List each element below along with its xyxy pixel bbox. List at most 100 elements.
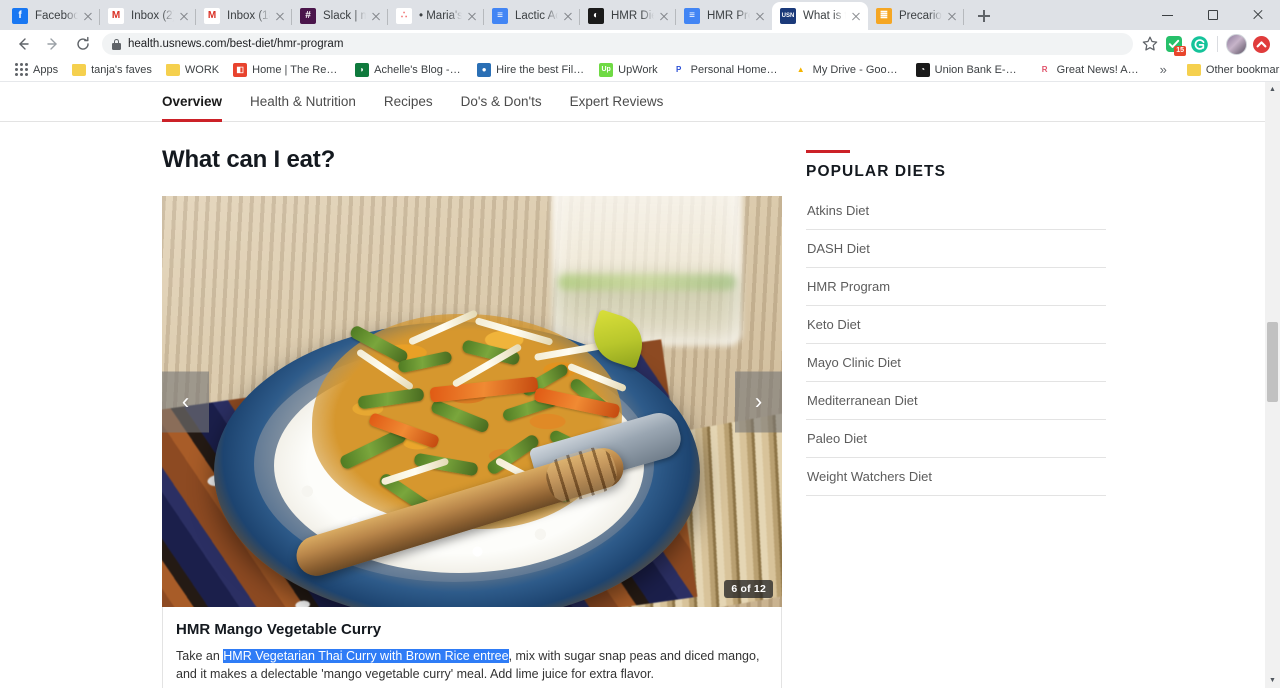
sidebar-item-mayo-clinic-diet[interactable]: Mayo Clinic Diet bbox=[806, 344, 1106, 382]
tab-title: • Maria's Tas bbox=[419, 10, 462, 22]
profile-avatar[interactable] bbox=[1225, 33, 1247, 55]
scroll-down-arrow[interactable]: ▼ bbox=[1265, 673, 1280, 688]
bookmark-item[interactable]: ◔ Union Bank E-Banki... bbox=[909, 60, 1031, 80]
bookmark-item[interactable]: ◧ Home | The Readin... bbox=[226, 60, 348, 80]
tab-title: Precarious Sy bbox=[899, 10, 942, 22]
sidebar-item-atkins-diet[interactable]: Atkins Diet bbox=[806, 201, 1106, 230]
tab-close-icon[interactable] bbox=[848, 8, 864, 24]
carousel-prev-button[interactable]: ‹ bbox=[162, 371, 209, 432]
tab-title: Lactic Acid in bbox=[515, 10, 558, 22]
bookmark-label: Personal Home - Pa... bbox=[690, 63, 780, 76]
minimize-button[interactable] bbox=[1145, 0, 1190, 30]
new-tab-button[interactable] bbox=[970, 2, 998, 30]
article-tab-health-nutrition[interactable]: Health & Nutrition bbox=[236, 82, 370, 122]
back-icon[interactable] bbox=[8, 30, 38, 58]
browser-tab[interactable]: ≣ Precarious Sy bbox=[868, 2, 964, 30]
bookmark-item[interactable]: Up UpWork bbox=[592, 60, 665, 80]
address-bar[interactable]: health.usnews.com/best-diet/hmr-program bbox=[102, 33, 1133, 55]
carousel-photo: ‹ › 6 of 12 bbox=[162, 196, 782, 607]
bookmark-item[interactable]: ● Hire the best Filipin... bbox=[470, 60, 592, 80]
sidebar-item-mediterranean-diet[interactable]: Mediterranean Diet bbox=[806, 382, 1106, 420]
maximize-button[interactable] bbox=[1190, 0, 1235, 30]
article-tab-overview[interactable]: Overview bbox=[162, 82, 236, 122]
bookmark-item[interactable]: Apps bbox=[8, 60, 65, 80]
tab-close-icon[interactable] bbox=[368, 8, 384, 24]
document-icon: ≣ bbox=[876, 8, 892, 24]
tab-close-icon[interactable] bbox=[560, 8, 576, 24]
caption-highlighted-link[interactable]: HMR Vegetarian Thai Curry with Brown Ric… bbox=[223, 649, 509, 663]
site-icon: Up bbox=[599, 62, 614, 77]
caption-text-before: Take an bbox=[176, 649, 224, 663]
browser-tab[interactable]: f Facebook bbox=[4, 2, 100, 30]
main-column: What can I eat? ‹ › 6 of 12 HMR Mango Ve… bbox=[162, 122, 782, 688]
article-icon: ≡ bbox=[492, 8, 508, 24]
browser-chrome: f Facebook M Inbox (2) - sa M Inbox (18) - m #… bbox=[0, 0, 1280, 82]
tab-close-icon[interactable] bbox=[176, 8, 192, 24]
reload-icon[interactable] bbox=[68, 30, 98, 58]
folder-icon bbox=[1186, 63, 1201, 76]
bookmark-item[interactable]: P Personal Home - Pa... bbox=[665, 60, 787, 80]
article-tab-do-s-don-ts[interactable]: Do's & Don'ts bbox=[447, 82, 556, 122]
carousel-next-button[interactable]: › bbox=[735, 371, 782, 432]
sidebar: POPULAR DIETS Atkins Diet DASH Diet HMR Pr… bbox=[806, 122, 1106, 688]
bookmark-item[interactable]: ◗ Achelle's Blog - CC... bbox=[348, 60, 470, 80]
pocket-icon[interactable] bbox=[1250, 33, 1272, 55]
other-bookmarks-label: Other bookmarks bbox=[1205, 63, 1280, 76]
tab-close-icon[interactable] bbox=[272, 8, 288, 24]
bookmark-item[interactable]: R Great News! Amazo... bbox=[1031, 60, 1153, 80]
caption-title: HMR Mango Vegetable Curry bbox=[176, 621, 382, 638]
bookmark-star-icon[interactable] bbox=[1139, 33, 1161, 55]
browser-tab[interactable]: USN What is the H bbox=[772, 2, 868, 30]
site-icon: ◔ bbox=[915, 62, 930, 77]
bookmark-item[interactable]: WORK bbox=[159, 60, 226, 80]
close-window-button[interactable] bbox=[1235, 0, 1280, 30]
site-icon: ● bbox=[477, 62, 492, 77]
sidebar-item-hmr-program[interactable]: HMR Program bbox=[806, 268, 1106, 306]
bookmark-item[interactable]: ▲ My Drive - Google... bbox=[787, 60, 909, 80]
tab-close-icon[interactable] bbox=[464, 8, 480, 24]
bookmarks-bar: Apps tanja's faves WORK ◧ Home | The Readin.… bbox=[0, 58, 1280, 82]
browser-tab[interactable]: M Inbox (18) - m bbox=[196, 2, 292, 30]
bookmark-label: Hire the best Filipin... bbox=[496, 63, 585, 76]
window-controls bbox=[1145, 0, 1280, 30]
grammarly-icon[interactable] bbox=[1188, 33, 1210, 55]
article-tab-expert-reviews[interactable]: Expert Reviews bbox=[556, 82, 678, 122]
site-icon: ◗ bbox=[355, 62, 370, 77]
bookmark-label: Great News! Amazo... bbox=[1056, 63, 1146, 76]
browser-tab[interactable]: ≡ HMR Program bbox=[676, 2, 772, 30]
scrollbar-thumb[interactable] bbox=[1267, 322, 1278, 402]
extension-badge-count: 15 bbox=[1174, 46, 1186, 56]
sidebar-item-paleo-diet[interactable]: Paleo Diet bbox=[806, 420, 1106, 458]
folder-icon bbox=[165, 63, 180, 76]
circle-icon: ◐ bbox=[588, 8, 604, 24]
image-carousel: ‹ › 6 of 12 HMR Mango Vegetable Curry Ta… bbox=[162, 196, 782, 688]
sidebar-item-weight-watchers-diet[interactable]: Weight Watchers Diet bbox=[806, 458, 1106, 496]
other-bookmarks-folder[interactable]: Other bookmarks bbox=[1180, 60, 1280, 80]
browser-tab[interactable]: ◐ HMR Diet Re bbox=[580, 2, 676, 30]
navigation-bar: health.usnews.com/best-diet/hmr-program … bbox=[0, 30, 1280, 58]
article-tab-nav: Overview Health & Nutrition Recipes Do's & … bbox=[0, 82, 1280, 122]
tab-close-icon[interactable] bbox=[752, 8, 768, 24]
tab-close-icon[interactable] bbox=[656, 8, 672, 24]
scroll-up-arrow[interactable]: ▲ bbox=[1265, 82, 1280, 97]
browser-tab[interactable]: ∴ • Maria's Tas bbox=[388, 2, 484, 30]
browser-tab[interactable]: ≡ Lactic Acid in bbox=[484, 2, 580, 30]
sidebar-item-dash-diet[interactable]: DASH Diet bbox=[806, 230, 1106, 268]
checkmark-extension-icon[interactable]: 15 bbox=[1163, 33, 1186, 56]
bookmark-label: Achelle's Blog - CC... bbox=[374, 63, 463, 76]
bookmark-item[interactable]: tanja's faves bbox=[65, 60, 159, 80]
tab-close-icon[interactable] bbox=[80, 8, 96, 24]
bookmarks-overflow-button[interactable]: » bbox=[1153, 63, 1174, 76]
content-columns: What can I eat? ‹ › 6 of 12 HMR Mango Ve… bbox=[0, 122, 1280, 688]
tab-close-icon[interactable] bbox=[944, 8, 960, 24]
tab-title: Facebook bbox=[35, 10, 78, 22]
sidebar-item-keto-diet[interactable]: Keto Diet bbox=[806, 306, 1106, 344]
sidebar-accent-rule bbox=[806, 150, 850, 153]
browser-tab[interactable]: M Inbox (2) - sa bbox=[100, 2, 196, 30]
bookmark-label: UpWork bbox=[618, 63, 658, 76]
article-tab-recipes[interactable]: Recipes bbox=[370, 82, 447, 122]
browser-tab[interactable]: # Slack | moder bbox=[292, 2, 388, 30]
forward-icon[interactable] bbox=[38, 30, 68, 58]
page-scrollbar[interactable]: ▲ ▼ bbox=[1265, 82, 1280, 688]
carousel-counter: 6 of 12 bbox=[724, 580, 773, 598]
